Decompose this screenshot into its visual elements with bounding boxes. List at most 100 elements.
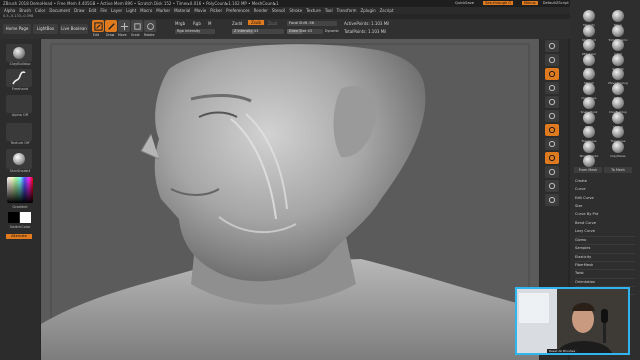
menu-texture[interactable]: Texture (306, 8, 321, 13)
m-toggle[interactable]: M (208, 21, 211, 26)
secondary-color-swatch[interactable] (20, 212, 31, 223)
menu-stencil[interactable]: Stencil (272, 8, 286, 13)
menu-color[interactable]: Color (35, 8, 45, 13)
polyf-view-button[interactable] (545, 166, 559, 178)
zcut-toggle[interactable]: Zcut (268, 21, 277, 26)
brush-sphere-icon (583, 39, 595, 51)
brush-sphere-icon (612, 10, 624, 22)
menu-render[interactable]: Render (254, 8, 268, 13)
edit-button[interactable] (92, 20, 104, 32)
menu-stroke[interactable]: Stroke (289, 8, 302, 13)
home-page-button[interactable]: Home Page (3, 24, 31, 34)
alternate-button[interactable]: Alternate (6, 234, 32, 239)
lightbox-button[interactable]: LightBox (33, 24, 58, 34)
menu-file[interactable]: File (100, 8, 107, 13)
menu-material[interactable]: Material (174, 8, 190, 13)
scale-button[interactable] (131, 20, 143, 32)
rotate-icon (146, 22, 154, 30)
transp-view-button[interactable] (545, 180, 559, 192)
tool-menu-curve[interactable]: Curve (575, 186, 635, 192)
menu-draw[interactable]: Draw (74, 8, 84, 13)
see-through-slider[interactable]: See-through 0 (483, 1, 513, 5)
rgb-toggle[interactable]: Rgb (193, 21, 201, 26)
edit-icon (93, 21, 103, 31)
default-zscript-button[interactable]: DefaultZScript (543, 1, 569, 5)
floor-view-button[interactable] (545, 96, 559, 108)
menu-brush[interactable]: Brush (19, 8, 31, 13)
canvas-viewport[interactable] (41, 39, 539, 360)
transp-icon (548, 182, 556, 190)
menu-preferences[interactable]: Preferences (226, 8, 250, 13)
tool-menu-twist[interactable]: Twist (575, 269, 635, 275)
tool-menu-lazy-curve[interactable]: Lazy Curve (575, 228, 635, 234)
menu-layer[interactable]: Layer (111, 8, 122, 13)
focal-shift-slider[interactable]: Focal Shift -56 (287, 21, 337, 26)
lsym-icon (548, 126, 556, 134)
menu-movie[interactable]: Movie (194, 8, 206, 13)
brush-label: ClayTubes (610, 153, 626, 158)
move-view-button[interactable] (545, 54, 559, 66)
tool-menu-bend-curve[interactable]: Bend Curve (575, 220, 635, 226)
tool-menu-samples[interactable]: Samples (575, 244, 635, 250)
lsym-view-button[interactable] (545, 124, 559, 136)
menu-marker[interactable]: Marker (156, 8, 170, 13)
tool-menu-orientation[interactable]: Orientation (575, 277, 635, 284)
alpha-thumbnail[interactable] (6, 95, 32, 113)
stroke-thumbnail[interactable] (6, 69, 32, 87)
tool-menu-edit-curve[interactable]: Edit Curve (575, 195, 635, 201)
menu-alpha[interactable]: Alpha (4, 8, 15, 13)
menu-zplugin[interactable]: Zplugin (361, 8, 376, 13)
tool-menu-size[interactable]: Size (575, 203, 635, 209)
brush-thumbnail[interactable] (6, 44, 32, 62)
quicksave-button[interactable]: QuickSave (455, 1, 474, 5)
scale-icon (133, 22, 141, 30)
menu-light[interactable]: Light (126, 8, 136, 13)
material-sphere-icon (13, 153, 25, 165)
tool-menu-create[interactable]: Create (575, 178, 635, 184)
rotate-button[interactable] (144, 20, 156, 32)
persp-view-button[interactable] (545, 152, 559, 164)
z-intensity-slider[interactable]: Z Intensity 43 (232, 29, 284, 34)
stroke-name: Freehand (11, 87, 29, 91)
menu-document[interactable]: Document (49, 8, 70, 13)
menu-macro[interactable]: Macro (140, 8, 152, 13)
tool-menu-elasticity[interactable]: Elasticity (575, 252, 635, 259)
brush-claytubes[interactable]: ClayTubes (607, 140, 629, 158)
solo-view-button[interactable] (545, 194, 559, 206)
zadd-toggle[interactable]: Zadd (232, 21, 242, 26)
texture-thumbnail[interactable] (6, 123, 32, 141)
switch-color-button[interactable]: SwitchColor (2, 225, 38, 229)
frame-view-button[interactable] (545, 40, 559, 52)
color-picker[interactable] (7, 177, 33, 203)
floor-icon (548, 98, 556, 106)
xyz-view-button[interactable] (545, 138, 559, 150)
rgb-intensity-slider[interactable]: Rgb Intensity (175, 29, 215, 34)
tool-menu-fibermesh[interactable]: FiberMesh (575, 261, 635, 267)
rotate-view-button[interactable] (545, 82, 559, 94)
move-button[interactable] (118, 20, 130, 32)
zsub-toggle[interactable]: Zsub (248, 20, 264, 25)
main-color-swatch[interactable] (8, 212, 19, 223)
live-boolean-button[interactable]: Live Boolean (60, 24, 88, 34)
dynamic-button[interactable]: Dynamic (325, 29, 339, 34)
brush-sphere-icon (612, 140, 624, 153)
tool-menu-gizmo[interactable]: Gizmo (575, 236, 635, 242)
tool-menu-curve-by-pnt[interactable]: Curve By Pnt (575, 211, 635, 217)
to-mesh-button[interactable]: To Mesh (604, 167, 632, 173)
rgb-intensity-label: Rgb Intensity (177, 29, 201, 33)
menu-edit[interactable]: Edit (89, 8, 97, 13)
draw-button[interactable] (105, 20, 117, 32)
scale-view-button[interactable] (545, 68, 559, 80)
brush-sphere-icon (13, 47, 25, 59)
material-thumbnail[interactable] (6, 149, 32, 169)
menu-zscript[interactable]: Zscript (380, 8, 394, 13)
menu-picker[interactable]: Picker (210, 8, 222, 13)
from-mesh-button[interactable]: From Mesh (574, 167, 602, 173)
local-view-button[interactable] (545, 110, 559, 122)
menus-button[interactable]: Menus (521, 1, 538, 5)
scale-label: Scale (131, 33, 140, 37)
menu-transform[interactable]: Transform (337, 8, 357, 13)
draw-size-slider[interactable]: Draw Size 43 (287, 29, 323, 34)
mrgb-toggle[interactable]: Mrgb (175, 21, 185, 26)
menu-tool[interactable]: Tool (325, 8, 333, 13)
